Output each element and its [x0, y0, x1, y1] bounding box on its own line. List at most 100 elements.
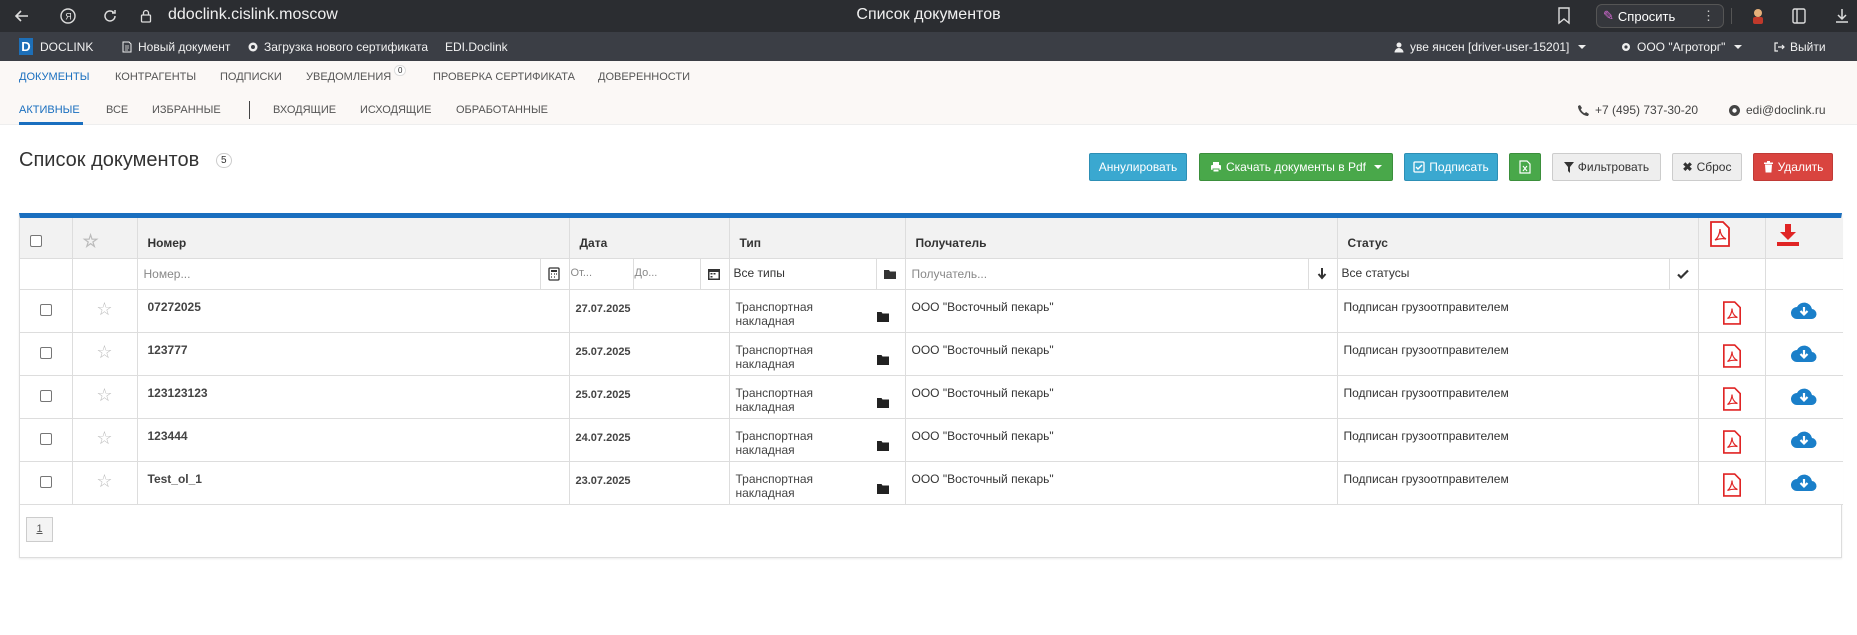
download-pdf-button[interactable]: Скачать документы в Pdf [1199, 153, 1393, 181]
nav-subscriptions[interactable]: ПОДПИСКИ [220, 71, 282, 83]
tab-active[interactable]: АКТИВНЫЕ [19, 104, 80, 116]
row-checkbox[interactable] [39, 346, 52, 359]
table-row[interactable]: ☆ 123123123 25.07.2025 Транспортная накл… [20, 375, 1843, 419]
sub-nav: АКТИВНЫЕ ВСЕ ИЗБРАННЫЕ ВХОДЯЩИЕ ИСХОДЯЩИ… [0, 91, 1857, 125]
export-excel-button[interactable] [1509, 153, 1541, 181]
row-number[interactable]: Test_ol_1 [137, 461, 570, 505]
nav-documents[interactable]: ДОКУМЕНТЫ [19, 71, 89, 83]
recipient-filter-input[interactable]: Получатель... [912, 267, 988, 281]
download-icon[interactable] [1832, 6, 1852, 26]
pdf-icon[interactable] [1722, 343, 1742, 369]
folder-icon[interactable] [883, 267, 897, 281]
column-recipient[interactable]: Получатель [905, 218, 1338, 259]
email-contact[interactable]: edi@doclink.ru [1728, 103, 1826, 117]
folder-icon[interactable] [869, 346, 897, 373]
row-number[interactable]: 123123123 [137, 375, 570, 419]
calculator-icon[interactable] [547, 266, 561, 281]
annul-button[interactable]: Аннулировать [1089, 153, 1187, 181]
column-type[interactable]: Тип [729, 218, 906, 259]
folder-icon[interactable] [869, 475, 897, 502]
page-1-button[interactable]: 1 [26, 516, 53, 542]
more-icon[interactable]: ⋮ [1702, 8, 1715, 24]
cloud-download-icon[interactable] [1790, 343, 1818, 365]
row-number[interactable]: 123777 [137, 332, 570, 376]
logout-link[interactable]: Выйти [1773, 40, 1826, 54]
nav-powers-of-attorney[interactable]: ДОВЕРЕННОСТИ [598, 71, 690, 83]
extension-avatar-icon[interactable] [1748, 6, 1768, 26]
star-icon[interactable]: ☆ [96, 299, 112, 319]
checkmark-icon[interactable] [1676, 267, 1690, 281]
status-filter-select[interactable]: Все статусы [1342, 266, 1410, 280]
row-checkbox[interactable] [39, 389, 52, 402]
filter-icon [1563, 161, 1574, 173]
row-number[interactable]: 123444 [137, 418, 570, 462]
row-checkbox[interactable] [39, 303, 52, 316]
new-document-link[interactable]: Новый документ [121, 40, 230, 54]
back-icon[interactable] [6, 0, 38, 32]
tab-all[interactable]: ВСЕ [106, 104, 128, 116]
table-row[interactable]: ☆ 123444 24.07.2025 Транспортная накладн… [20, 418, 1843, 462]
star-icon[interactable]: ☆ [96, 385, 112, 405]
table-row[interactable]: ☆ 07272025 27.07.2025 Транспортная накла… [20, 289, 1843, 333]
folder-icon[interactable] [869, 303, 897, 330]
reload-icon[interactable] [94, 0, 126, 32]
folder-icon[interactable] [869, 389, 897, 416]
address-bar[interactable]: ddoclink.cislink.moscow [168, 6, 338, 24]
print-icon [1211, 162, 1221, 173]
brand-link[interactable]: DOCLINK [40, 40, 93, 54]
reset-button[interactable]: ✖ Сброс [1672, 153, 1742, 181]
yandex-icon[interactable]: Я [52, 0, 84, 32]
sign-button[interactable]: Подписать [1404, 153, 1498, 181]
row-checkbox[interactable] [39, 475, 52, 488]
nav-contractors[interactable]: КОНТРАГЕНТЫ [115, 71, 196, 83]
date-to-input[interactable]: До... [635, 267, 658, 279]
sort-down-icon[interactable] [1315, 267, 1329, 281]
collections-icon[interactable] [1790, 6, 1810, 26]
folder-icon[interactable] [869, 432, 897, 459]
table-row[interactable]: ☆ Test_ol_1 23.07.2025 Транспортная накл… [20, 461, 1843, 505]
upload-certificate-link[interactable]: Загрузка нового сертификата [247, 40, 428, 54]
date-from-input[interactable]: От... [571, 267, 593, 279]
star-icon[interactable]: ☆ [83, 231, 99, 251]
pdf-icon[interactable] [1709, 220, 1731, 247]
cloud-download-icon[interactable] [1790, 472, 1818, 494]
column-number[interactable]: Номер [137, 218, 570, 259]
user-menu[interactable]: уве янсен [driver-user-15201] [1393, 40, 1587, 54]
table-row[interactable]: ☆ 123777 25.07.2025 Транспортная накладн… [20, 332, 1843, 376]
column-status[interactable]: Статус [1337, 218, 1699, 259]
calendar-icon[interactable] [707, 267, 721, 281]
ask-button[interactable]: ✎ Спросить ⋮ [1596, 4, 1724, 28]
row-checkbox[interactable] [39, 432, 52, 445]
type-filter-select[interactable]: Все типы [734, 266, 785, 280]
cloud-download-icon[interactable] [1790, 429, 1818, 451]
cloud-download-icon[interactable] [1790, 386, 1818, 408]
tab-incoming[interactable]: ВХОДЯЩИЕ [273, 104, 336, 116]
row-number[interactable]: 07272025 [137, 289, 570, 333]
delete-button[interactable]: Удалить [1753, 153, 1833, 181]
doclink-logo[interactable]: D [19, 38, 33, 55]
filter-button[interactable]: Фильтровать [1552, 153, 1661, 181]
divider [539, 258, 541, 290]
star-icon[interactable]: ☆ [96, 471, 112, 491]
tab-favorites[interactable]: ИЗБРАННЫЕ [152, 104, 221, 116]
bookmark-icon[interactable] [1557, 7, 1571, 25]
nav-certificate-check[interactable]: ПРОВЕРКА СЕРТИФИКАТА [433, 71, 575, 83]
pdf-icon[interactable] [1722, 472, 1742, 498]
column-date[interactable]: Дата [569, 218, 730, 259]
pagination: 1 [20, 505, 1841, 557]
pdf-icon[interactable] [1722, 386, 1742, 412]
tab-outgoing[interactable]: ИСХОДЯЩИЕ [360, 104, 431, 116]
cloud-download-icon[interactable] [1790, 300, 1818, 322]
pdf-icon[interactable] [1722, 429, 1742, 455]
select-all-checkbox[interactable] [30, 234, 42, 247]
nav-notifications[interactable]: УВЕДОМЛЕНИЯ [306, 71, 391, 83]
org-menu[interactable]: ООО "Агроторг" [1620, 40, 1743, 54]
download-all-icon[interactable] [1776, 223, 1800, 247]
pdf-icon[interactable] [1722, 300, 1742, 326]
logout-label: Выйти [1790, 40, 1826, 54]
tab-processed[interactable]: ОБРАБОТАННЫЕ [456, 104, 548, 116]
star-icon[interactable]: ☆ [96, 342, 112, 362]
star-icon[interactable]: ☆ [96, 428, 112, 448]
edi-link[interactable]: EDI.Doclink [445, 40, 508, 54]
number-filter-input[interactable]: Номер... [144, 267, 191, 281]
